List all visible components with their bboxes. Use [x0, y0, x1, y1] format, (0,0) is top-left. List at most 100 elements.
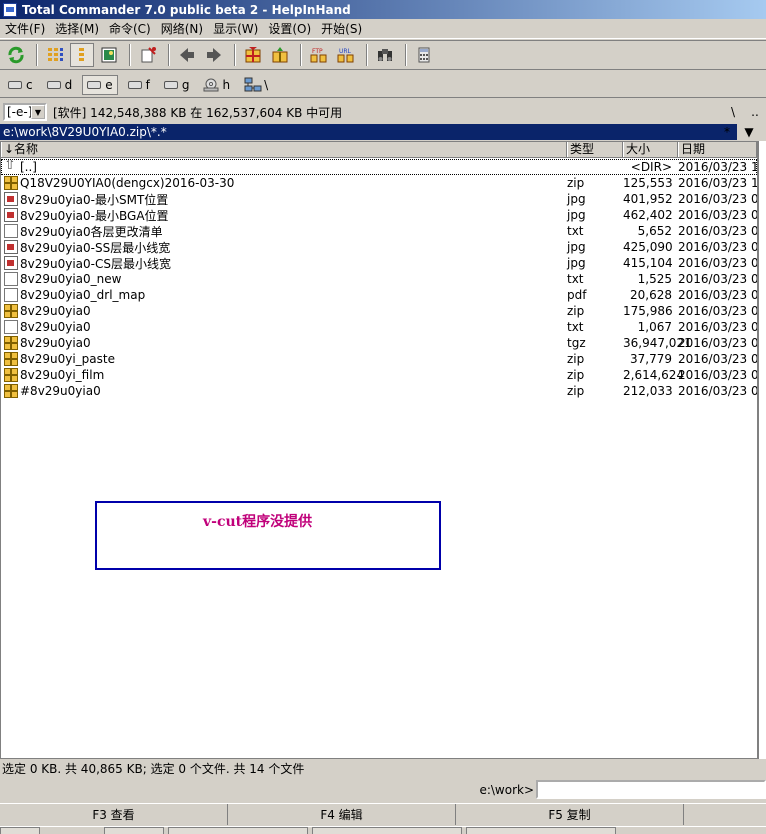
taskbar-item[interactable]	[168, 827, 308, 834]
file-name-cell: Q18V29U0YIA0(dengcx)2016-03-30	[1, 176, 567, 190]
document-file-icon	[4, 288, 18, 302]
file-name: 8v29u0yia0-最小BGA位置	[20, 208, 169, 223]
file-row[interactable]: 8v29u0yia0 txt 1,067 2016/03/23 0	[1, 319, 757, 335]
file-name-cell: 8v29u0yia0-SS层最小线宽	[1, 239, 567, 256]
f4-edit-button[interactable]: F4 编辑	[228, 804, 456, 825]
back-button[interactable]	[175, 43, 199, 67]
f3-view-button[interactable]: F3 查看	[0, 804, 228, 825]
file-type: jpg	[567, 192, 586, 206]
file-name-cell: 8v29u0yi_paste	[1, 352, 567, 366]
file-size: 212,033	[623, 384, 673, 398]
drive-c-button[interactable]: c	[4, 75, 37, 95]
file-type: jpg	[567, 208, 586, 222]
pack-button[interactable]	[241, 43, 265, 67]
file-size: 175,986	[623, 304, 673, 318]
file-size: 415,104	[623, 256, 673, 270]
menu-show[interactable]: 显示(W)	[213, 20, 264, 37]
file-date: 2016/03/23 0	[678, 224, 757, 238]
menu-start[interactable]: 开始(S)	[321, 20, 368, 37]
hotlist-dropdown-button[interactable]: ▼	[738, 124, 760, 140]
file-row[interactable]: [..] <DIR> 2016/03/23 1	[1, 159, 757, 175]
drive-d-button[interactable]: d	[43, 75, 77, 95]
history-button[interactable]: *	[716, 124, 738, 140]
f5-copy-button[interactable]: F5 复制	[456, 804, 684, 825]
parent-dir-button[interactable]: ..	[744, 103, 766, 121]
file-date: 2016/03/23 0	[678, 304, 757, 318]
search-button[interactable]	[373, 43, 397, 67]
search-icon	[378, 49, 392, 61]
file-row[interactable]: 8v29u0yia0-最小SMT位置 jpg 401,952 2016/03/23 0	[1, 191, 757, 207]
menu-command[interactable]: 命令(C)	[109, 20, 157, 37]
file-size: 1,067	[637, 320, 672, 334]
menu-select[interactable]: 选择(M)	[55, 20, 105, 37]
taskbar-item[interactable]	[0, 827, 40, 834]
drive-select[interactable]: [-e-] ▼	[3, 103, 47, 121]
drive-e-button[interactable]: e	[82, 74, 118, 95]
archive-file-icon	[4, 336, 18, 350]
menu-settings[interactable]: 设置(O)	[268, 20, 317, 37]
file-row[interactable]: 8v29u0yia0_drl_map pdf 20,628 2016/03/23 0	[1, 287, 757, 303]
column-type-header[interactable]: 类型	[567, 142, 623, 157]
image-file-icon	[4, 240, 18, 254]
brief-view-button[interactable]	[43, 43, 67, 67]
forward-button[interactable]	[202, 43, 226, 67]
full-view-button[interactable]	[70, 43, 94, 67]
image-file-icon	[4, 208, 18, 222]
file-row[interactable]: 8v29u0yia0-最小BGA位置 jpg 462,402 2016/03/23 0	[1, 207, 757, 223]
toolbar-separator	[234, 44, 236, 66]
command-input[interactable]	[536, 780, 766, 799]
ftp-connect-button[interactable]: FTP	[307, 43, 331, 67]
file-name: 8v29u0yia0_drl_map	[20, 288, 146, 302]
file-name-cell: 8v29u0yia0-最小SMT位置	[1, 191, 567, 208]
drive-f-button[interactable]: f	[124, 75, 154, 95]
column-name-header[interactable]: ↓名称	[1, 142, 567, 157]
current-path[interactable]: e:\work\8V29U0YIA0.zip\*.*	[0, 124, 737, 140]
file-size: 425,090	[623, 240, 673, 254]
refresh-button[interactable]	[4, 43, 28, 67]
file-row[interactable]: 8v29u0yia0_new txt 1,525 2016/03/23 0	[1, 271, 757, 287]
taskbar-item[interactable]	[466, 827, 616, 834]
url-connect-button[interactable]: URL	[334, 43, 358, 67]
hard-drive-icon	[163, 80, 178, 89]
file-type: tgz	[567, 336, 586, 350]
cd-drive-icon	[203, 78, 219, 91]
chevron-down-icon: ▼	[31, 105, 45, 119]
drive-network-button[interactable]: \	[240, 75, 272, 95]
calculator-button[interactable]	[412, 43, 436, 67]
drive-bar: c d e f g h \	[0, 72, 766, 98]
root-dir-button[interactable]: \	[722, 103, 744, 121]
menu-network[interactable]: 网络(N)	[161, 20, 209, 37]
file-row[interactable]: 8v29u0yi_paste zip 37,779 2016/03/23 0	[1, 351, 757, 367]
drive-g-button[interactable]: g	[160, 75, 194, 95]
toolbar-separator	[366, 44, 368, 66]
file-row[interactable]: 8v29u0yia0各层更改清单 txt 5,652 2016/03/23 0	[1, 223, 757, 239]
file-row[interactable]: Q18V29U0YIA0(dengcx)2016-03-30 zip 125,553…	[1, 175, 757, 191]
file-date: 2016/03/23 0	[678, 352, 757, 366]
thumbnail-view-button[interactable]	[97, 43, 121, 67]
file-row[interactable]: 8v29u0yia0-CS层最小线宽 jpg 415,104 2016/03/23 0	[1, 255, 757, 271]
toolbar: FTP URL	[0, 40, 766, 70]
column-date-header[interactable]: 日期	[678, 142, 757, 157]
column-size-header[interactable]: 大小	[623, 142, 678, 157]
taskbar-item[interactable]	[312, 827, 462, 834]
toolbar-separator	[168, 44, 170, 66]
file-name: 8v29u0yia0_new	[20, 272, 122, 286]
invert-selection-button[interactable]	[136, 43, 160, 67]
file-name-cell: 8v29u0yi_film	[1, 368, 567, 382]
ftp-connect-icon: FTP	[310, 48, 327, 63]
svg-text:URL: URL	[339, 48, 352, 55]
file-row[interactable]: 8v29u0yi_film zip 2,614,624 2016/03/23 0	[1, 367, 757, 383]
file-date: 2016/03/23 0	[678, 192, 757, 206]
file-row[interactable]: 8v29u0yia0 zip 175,986 2016/03/23 0	[1, 303, 757, 319]
file-row[interactable]: 8v29u0yia0-SS层最小线宽 jpg 425,090 2016/03/23 0	[1, 239, 757, 255]
unpack-button[interactable]	[268, 43, 292, 67]
drive-h-button[interactable]: h	[199, 75, 234, 95]
toolbar-separator	[405, 44, 407, 66]
function-key-bar: F3 查看 F4 编辑 F5 复制	[0, 803, 766, 825]
panel-right-edge	[758, 141, 766, 759]
taskbar-item[interactable]	[104, 827, 164, 834]
file-row[interactable]: #8v29u0yia0 zip 212,033 2016/03/23 0	[1, 383, 757, 399]
file-name-cell: [..]	[1, 160, 567, 174]
menu-file[interactable]: 文件(F)	[5, 20, 51, 37]
file-row[interactable]: 8v29u0yia0 tgz 36,947,021 2016/03/23 0	[1, 335, 757, 351]
